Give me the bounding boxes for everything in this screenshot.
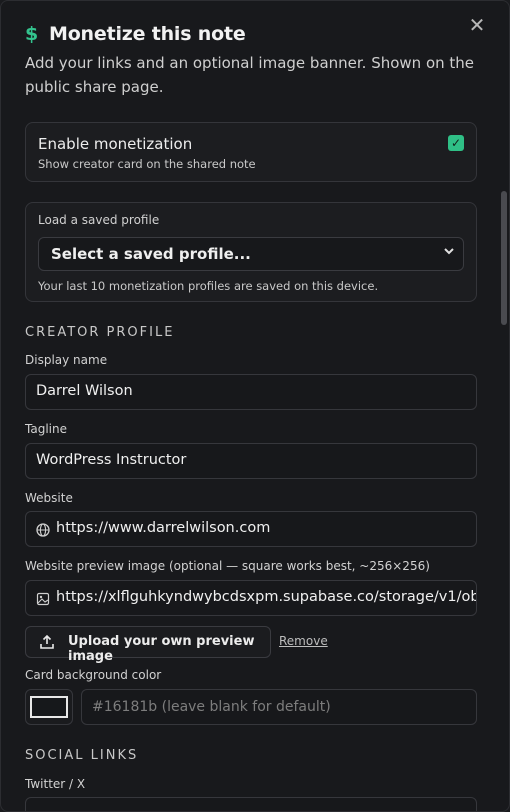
card-bg-color-picker[interactable]	[25, 689, 73, 725]
dollar-icon: $	[25, 23, 39, 45]
twitter-input[interactable]	[25, 797, 477, 811]
display-name-value: Darrel Wilson	[36, 383, 133, 399]
saved-profile-hint: Your last 10 monetization profiles are s…	[38, 279, 379, 293]
upload-icon	[39, 634, 55, 650]
creator-profile-heading: CREATOR PROFILE	[25, 325, 175, 340]
preview-image-value: https://xlflguhkyndwybcdsxpm.supabase.co…	[56, 589, 477, 605]
enable-monetization-checkbox[interactable]: ✓	[448, 135, 464, 151]
tagline-label: Tagline	[25, 422, 67, 436]
preview-image-input[interactable]: https://xlflguhkyndwybcdsxpm.supabase.co…	[25, 580, 477, 616]
modal-subtitle: Add your links and an optional image ban…	[25, 54, 475, 96]
enable-monetization-hint: Show creator card on the shared note	[38, 157, 256, 171]
scrollbar[interactable]	[501, 191, 507, 325]
enable-monetization-label: Enable monetization	[38, 135, 193, 153]
twitter-label: Twitter / X	[25, 777, 86, 791]
chevron-down-icon	[443, 245, 455, 260]
upload-preview-button[interactable]: Upload your own preview image	[25, 626, 271, 664]
card-bg-color-placeholder: #16181b (leave blank for default)	[92, 699, 331, 715]
enable-monetization-card: Enable monetization Show creator card on…	[25, 122, 477, 182]
color-swatch	[30, 696, 68, 718]
website-value: https://www.darrelwilson.com	[56, 520, 271, 536]
website-label: Website	[25, 491, 73, 505]
upload-preview-label: Upload your own preview image	[68, 634, 255, 664]
card-bg-color-label: Card background color	[25, 668, 162, 682]
preview-image-label: Website preview image (optional — square…	[25, 559, 430, 573]
image-icon	[36, 591, 50, 606]
modal-title: Monetize this note	[49, 23, 246, 45]
tagline-input[interactable]: WordPress Instructor	[25, 443, 477, 479]
remove-preview-link[interactable]: Remove	[279, 634, 328, 648]
saved-profile-card: Load a saved profile Select a saved prof…	[25, 202, 477, 302]
monetize-modal: ✕ $ Monetize this note Add your links an…	[0, 0, 510, 812]
saved-profile-select[interactable]: Select a saved profile...	[38, 237, 464, 271]
saved-profile-label: Load a saved profile	[38, 213, 160, 227]
modal-header: $ Monetize this note	[25, 23, 246, 45]
close-icon[interactable]: ✕	[467, 15, 487, 35]
card-bg-color-input[interactable]: #16181b (leave blank for default)	[81, 689, 477, 725]
website-input[interactable]: https://www.darrelwilson.com	[25, 511, 477, 547]
display-name-input[interactable]: Darrel Wilson	[25, 374, 477, 410]
saved-profile-select-value: Select a saved profile...	[51, 245, 251, 263]
social-links-heading: SOCIAL LINKS	[25, 748, 139, 763]
globe-icon	[36, 522, 50, 537]
display-name-label: Display name	[25, 353, 108, 367]
tagline-value: WordPress Instructor	[36, 452, 187, 468]
